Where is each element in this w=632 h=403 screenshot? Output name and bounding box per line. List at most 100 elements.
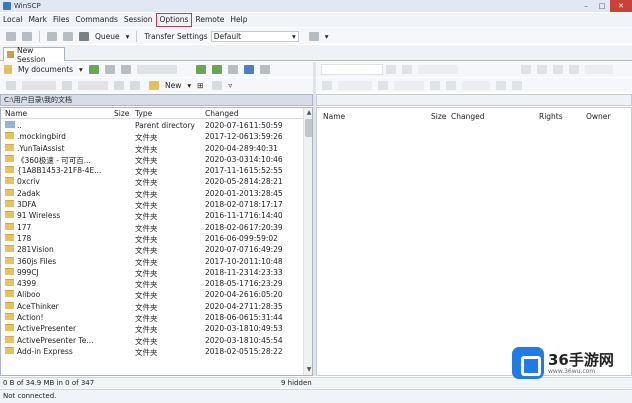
root-dir-icon[interactable]	[537, 65, 547, 74]
properties-icon[interactable]	[130, 80, 140, 90]
properties-button[interactable]	[462, 80, 490, 90]
select-all-icon[interactable]	[212, 80, 223, 90]
queue-icon[interactable]	[79, 31, 89, 41]
root-dir-icon[interactable]	[211, 65, 222, 74]
column-name[interactable]: Name	[5, 109, 27, 118]
find-files-icon[interactable]	[259, 65, 270, 74]
parent-dir-icon[interactable]	[521, 65, 531, 74]
local-file-panel[interactable]: Name Size Type Changed .. Parent director…	[0, 107, 313, 376]
download-button[interactable]	[338, 80, 372, 90]
file-row[interactable]: Add-in Express 文件夹 2018-02-05 15:28:22	[1, 346, 303, 357]
refresh-icon[interactable]	[569, 65, 579, 74]
delete-icon[interactable]	[430, 80, 440, 90]
chevron-down-icon[interactable]: ▾	[187, 81, 191, 90]
edit-icon[interactable]	[378, 80, 388, 90]
column-size[interactable]: Size	[114, 109, 129, 118]
scroll-up-icon[interactable]: ▲	[305, 109, 312, 117]
menu-session[interactable]: Session	[121, 13, 156, 27]
maximize-icon[interactable]: □	[594, 0, 610, 12]
file-row[interactable]: 999CJ 文件夹 2018-11-23 14:23:33	[1, 267, 303, 278]
compare-icon[interactable]	[22, 31, 32, 41]
home-icon[interactable]	[227, 65, 238, 74]
menu-local[interactable]: Local	[0, 13, 25, 27]
queue-dropdown-icon[interactable]: ▾	[126, 32, 130, 41]
menu-help[interactable]: Help	[227, 13, 250, 27]
remote-location-select[interactable]	[321, 64, 383, 75]
column-size[interactable]: Size	[431, 112, 446, 121]
back-history[interactable]	[418, 65, 458, 74]
home-icon[interactable]	[553, 65, 563, 74]
filter-dropdown-icon[interactable]	[104, 65, 115, 74]
filter-icon[interactable]	[386, 65, 396, 74]
file-row[interactable]: Action! 文件夹 2018-06-06 15:31:44	[1, 312, 303, 323]
edit-icon[interactable]	[62, 80, 72, 90]
menu-options[interactable]: Options	[155, 13, 193, 27]
download-icon[interactable]	[322, 80, 332, 90]
synchronize-icon[interactable]	[6, 31, 16, 41]
menu-remote[interactable]: Remote	[192, 13, 227, 27]
add-icon[interactable]: ⊞	[197, 81, 203, 90]
file-row[interactable]: 281Vision 文件夹 2020-07-07 16:49:29	[1, 244, 303, 255]
remote-file-panel[interactable]: Name Size Changed Rights Owner	[316, 107, 632, 376]
menu-commands[interactable]: Commands	[72, 13, 120, 27]
file-row[interactable]: 178 文件夹 2016-06-09 9:59:02	[1, 233, 303, 244]
putty-icon[interactable]	[63, 31, 73, 41]
terminal-icon[interactable]	[47, 31, 57, 41]
new-folder-icon[interactable]	[149, 80, 159, 90]
column-rights[interactable]: Rights	[539, 112, 563, 121]
file-row[interactable]: Aliboo 文件夹 2020-04-26 16:05:20	[1, 289, 303, 300]
local-path-bar[interactable]: C:\用户目录\我的文档	[0, 94, 313, 106]
column-name[interactable]: Name	[323, 112, 345, 121]
column-changed[interactable]: Changed	[451, 112, 484, 121]
file-row[interactable]: 《360极速 - 可可百... 文件夹 2020-03-03 14:10:46	[1, 154, 303, 165]
file-row[interactable]: .YunTaiAssist 文件夹 2020-04-28 9:40:31	[1, 143, 303, 154]
minimize-icon[interactable]: –	[578, 0, 594, 12]
back-icon[interactable]	[120, 65, 131, 74]
file-row[interactable]: AceThinker 文件夹 2020-04-27 11:28:35	[1, 301, 303, 312]
transfer-settings-select[interactable]: Default ▾	[210, 30, 299, 42]
file-row[interactable]: 4399 文件夹 2018-05-17 16:23:29	[1, 278, 303, 289]
file-row[interactable]: ActivePresenter Te... 文件夹 2020-03-18 10:45:…	[1, 335, 303, 346]
new-folder-icon[interactable]	[496, 80, 506, 90]
local-location-select[interactable]: My documents	[18, 65, 73, 74]
remote-path-bar[interactable]	[316, 94, 632, 106]
file-row[interactable]: {1A8B1453-21F8-4E... 文件夹 2017-11-16 15:52:5…	[1, 165, 303, 176]
new-button[interactable]: New	[165, 81, 181, 90]
file-row[interactable]: .. Parent directory 2020-07-16 11:50:59	[1, 120, 303, 131]
file-row[interactable]: 0xcriv 文件夹 2020-05-28 14:28:21	[1, 176, 303, 187]
preferences-dropdown-icon[interactable]: ▾	[325, 32, 329, 41]
menu-files[interactable]: Files	[50, 13, 72, 27]
file-row[interactable]: 360js Files 文件夹 2017-10-20 11:10:48	[1, 256, 303, 267]
column-owner[interactable]: Owner	[586, 112, 611, 121]
file-row[interactable]: 2adak 文件夹 2020-01-20 13:28:45	[1, 188, 303, 199]
filter-icon[interactable]	[88, 65, 99, 74]
edit-button[interactable]	[78, 80, 108, 90]
find-files-icon[interactable]	[585, 65, 613, 74]
upload-button[interactable]	[22, 80, 56, 90]
select-all-icon[interactable]	[512, 80, 522, 90]
file-row[interactable]: 91 Wireless 文件夹 2016-11-17 16:14:40	[1, 210, 303, 221]
properties-icon[interactable]	[446, 80, 456, 90]
local-scrollbar[interactable]: ▲ ▼	[303, 108, 312, 375]
column-type[interactable]: Type	[135, 109, 152, 118]
file-row[interactable]: 177 文件夹 2018-02-06 17:20:39	[1, 222, 303, 233]
scroll-thumb[interactable]	[305, 119, 312, 137]
column-changed[interactable]: Changed	[205, 109, 238, 118]
menu-mark[interactable]: Mark	[25, 13, 50, 27]
filter-mask-icon[interactable]: ▿	[228, 81, 232, 90]
delete-icon[interactable]	[114, 80, 124, 90]
edit-button[interactable]	[394, 80, 424, 90]
file-row[interactable]: 3DFA 文件夹 2018-02-07 18:17:17	[1, 199, 303, 210]
parent-dir-icon[interactable]	[195, 65, 206, 74]
back-history[interactable]	[136, 65, 177, 74]
chevron-down-icon[interactable]: ▾	[79, 65, 83, 74]
upload-icon[interactable]	[6, 80, 16, 90]
preferences-icon[interactable]	[308, 31, 319, 41]
file-row[interactable]: ActivePresenter 文件夹 2020-03-18 10:49:53	[1, 323, 303, 334]
queue-button[interactable]: Queue	[95, 32, 120, 41]
tab-new-session[interactable]: New Session	[3, 46, 65, 64]
close-icon[interactable]: ✕	[610, 0, 632, 12]
file-row[interactable]: .mockingbird 文件夹 2017-12-06 13:59:26	[1, 131, 303, 142]
back-icon[interactable]	[402, 65, 412, 74]
scroll-down-icon[interactable]: ▼	[305, 366, 312, 374]
